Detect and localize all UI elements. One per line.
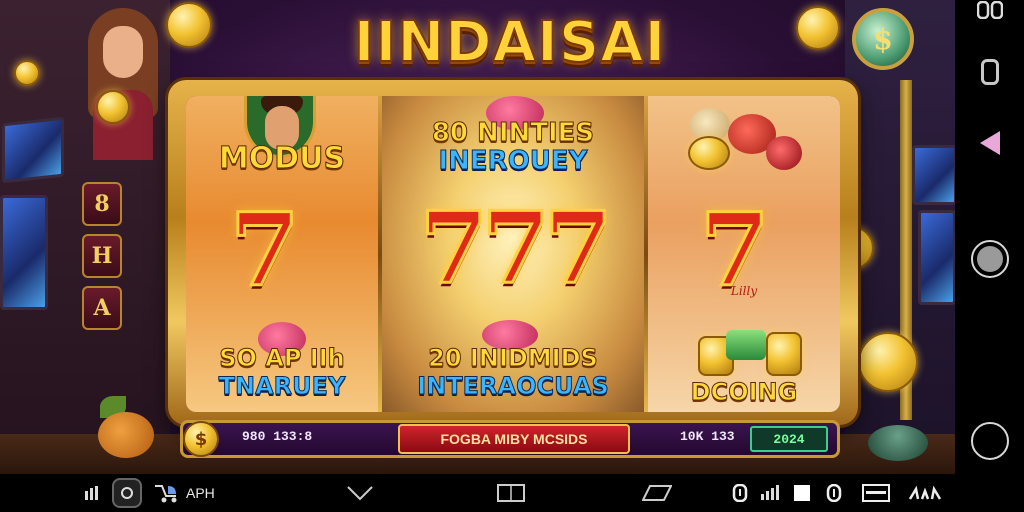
reel-right-bottom-label: DCOING [690,378,798,406]
notification-icon [732,474,748,512]
dollar-globe-icon: $ [852,8,914,70]
cash-icon [726,330,766,360]
side-symbol-tile: 8 [82,182,122,226]
gold-coin-icon [858,332,918,392]
signal-icon [84,474,100,512]
stroller-icon [152,474,180,512]
reel-middle-top-line1: 80 NINTIES [431,118,595,148]
back-button[interactable] [955,130,1024,156]
gold-coin-icon [14,60,40,86]
coin-button[interactable]: $ [183,421,219,457]
recents-button[interactable] [955,56,1024,88]
assist-button[interactable] [955,420,1024,462]
gold-coin-icon [166,2,212,48]
back-arrow-icon [979,131,1000,155]
arcade-machine-illustration [0,195,48,310]
status-app-label: APH [186,485,215,501]
system-side-nav [955,0,1024,512]
arcade-machine-illustration [912,145,955,205]
coin-stack-icon [766,332,802,376]
nav-back-icon[interactable] [346,474,374,512]
gold-coin-icon [96,90,130,124]
switch-icon[interactable] [955,0,1024,20]
reel-left-bottom-line1: SO AP IIh [219,344,346,372]
side-symbol-tile: A [82,286,122,330]
fruit-icon [766,136,802,170]
reel-right: 7 Lilly DCOING [648,96,840,412]
app-circle-icon[interactable] [112,474,142,512]
spin-button[interactable]: FOGBA MIBY MCSIDS [398,424,630,454]
balance-value: 980 133:8 [242,429,313,444]
reel-middle-bottom-line1: 20 INIDMIDS [428,344,599,372]
cellular-signal-icon [760,474,784,512]
game-title: IINDAISAI [353,9,667,76]
reel-left-top-label: MODUS [218,141,346,176]
credit-display: 2024 [750,426,828,452]
reel-middle-triple-seven-symbol: 777 [418,191,614,306]
reel-middle-bottom-line2: INTERAOCUAS [417,372,609,400]
reel-middle-top-line2: INEROUEY [438,146,588,176]
wifi-icon [908,474,942,512]
game-scene: 8 H A $ IINDAISAI MODUS 7 SO AP IIh TNAR… [0,0,955,474]
home-button[interactable] [955,238,1024,280]
reel-left-seven-symbol: 7 [229,191,302,309]
info-icon [826,474,842,512]
bet-value: 10K 133 [680,429,735,444]
reels-area: MODUS 7 SO AP IIh TNARUEY 80 NINTIES INE… [186,96,840,412]
side-symbol-tile: H [82,234,122,278]
reel-left-bottom-line2: TNARUEY [218,372,346,400]
reel-right-script-mark: Lilly [730,284,758,298]
reel-left: MODUS 7 SO AP IIh TNARUEY [186,96,378,412]
reel-middle: 80 NINTIES INEROUEY 777 20 INIDMIDS INTE… [382,96,644,412]
gold-coin-icon [688,136,730,170]
pumpkin-decoration [98,412,154,458]
system-status-bar: APH [0,474,955,512]
woman-character-illustration [88,8,158,160]
square-icon [794,474,810,512]
nav-window-icon[interactable] [497,474,525,512]
gold-coin-icon [796,6,840,50]
arcade-machine-illustration [918,210,955,305]
bowl-decoration [868,425,928,461]
nav-tag-icon[interactable] [642,474,672,512]
battery-icon [862,474,890,512]
arcade-machine-illustration [2,116,64,184]
